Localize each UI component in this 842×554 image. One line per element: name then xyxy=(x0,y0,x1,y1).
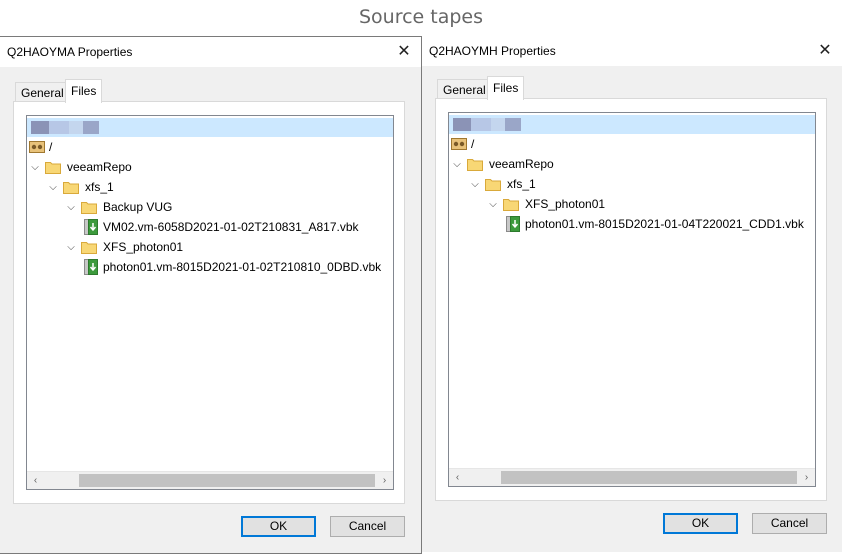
horizontal-scrollbar[interactable]: ‹ › xyxy=(449,468,815,486)
tree-folder-row[interactable]: ⌵ xfs_1 xyxy=(27,178,393,197)
cancel-button[interactable]: Cancel xyxy=(330,516,405,537)
files-tab-panel: / ⌵ veeamRepo ⌵ xfs_1 ⌵ XFS_photon01 photon01.v… xyxy=(435,98,827,501)
caption: Source tapes xyxy=(358,6,484,28)
folder-icon xyxy=(63,181,79,194)
chevron-down-icon[interactable]: ⌵ xyxy=(487,195,499,214)
folder-icon xyxy=(81,201,97,214)
scroll-left-icon[interactable]: ‹ xyxy=(27,472,44,489)
tree-file-row[interactable]: photon01.vm-8015D2021-01-04T220021_CDD1.… xyxy=(449,215,815,234)
scroll-right-icon[interactable]: › xyxy=(798,469,815,486)
tree-folder-row[interactable]: ⌵ xfs_1 xyxy=(449,175,815,194)
vbk-file-icon xyxy=(506,216,520,232)
tree-item-label: XFS_photon01 xyxy=(525,197,606,211)
vbk-file-icon xyxy=(84,219,98,235)
tree-item-label: xfs_1 xyxy=(85,180,114,194)
tree-row-selected[interactable] xyxy=(449,115,815,134)
redacted-block xyxy=(471,118,491,131)
close-button[interactable]: ✕ xyxy=(393,41,415,63)
redacted-block xyxy=(31,121,49,134)
properties-dialog-right: Q2HAOYMH Properties ✕ General Files / ⌵ ve… xyxy=(422,36,842,552)
chevron-down-icon[interactable]: ⌵ xyxy=(29,158,41,177)
redacted-block xyxy=(69,121,83,134)
folder-icon xyxy=(467,158,483,171)
redacted-block xyxy=(505,118,521,131)
tree-row-selected[interactable] xyxy=(27,118,393,137)
tree-item-label: XFS_photon01 xyxy=(103,240,184,254)
properties-dialog-left: Q2HAOYMA Properties ✕ General Files / ⌵ ve… xyxy=(0,36,422,554)
horizontal-scrollbar[interactable]: ‹ › xyxy=(27,471,393,489)
tree-file-row[interactable]: photon01.vm-8015D2021-01-02T210810_0DBD.… xyxy=(27,258,393,277)
title-bar: Q2HAOYMH Properties ✕ xyxy=(422,36,842,66)
tree-folder-row[interactable]: ⌵ XFS_photon01 xyxy=(449,195,815,214)
folder-icon xyxy=(485,178,501,191)
redacted-block xyxy=(491,118,505,131)
scrollbar-thumb[interactable] xyxy=(501,471,797,484)
tree-row-root[interactable]: / xyxy=(27,138,393,157)
tree-item-label: veeamRepo xyxy=(67,160,132,174)
tape-root-icon xyxy=(451,137,467,150)
redacted-block xyxy=(49,121,69,134)
tree-file-row[interactable]: VM02.vm-6058D2021-01-02T210831_A817.vbk xyxy=(27,218,393,237)
folder-icon xyxy=(503,198,519,211)
chevron-down-icon[interactable]: ⌵ xyxy=(65,198,77,217)
vbk-file-icon xyxy=(84,259,98,275)
scrollbar-thumb[interactable] xyxy=(79,474,375,487)
tree-folder-row[interactable]: ⌵ veeamRepo xyxy=(449,155,815,174)
files-tree[interactable]: / ⌵ veeamRepo ⌵ xfs_1 ⌵ Backup VUG VM02.vm-6058… xyxy=(26,115,394,490)
chevron-down-icon[interactable]: ⌵ xyxy=(469,175,481,194)
close-button[interactable]: ✕ xyxy=(814,40,836,62)
dialog-title: Q2HAOYMH Properties xyxy=(429,44,556,58)
tab-general[interactable]: General xyxy=(15,82,70,103)
tree-item-label: veeamRepo xyxy=(489,157,554,171)
tree-item-label: Backup VUG xyxy=(103,200,173,214)
tree-item-label: / xyxy=(49,140,53,154)
redacted-block xyxy=(453,118,471,131)
title-bar: Q2HAOYMA Properties ✕ xyxy=(0,37,421,67)
redacted-block xyxy=(83,121,99,134)
tab-files[interactable]: Files xyxy=(487,76,525,100)
chevron-down-icon[interactable]: ⌵ xyxy=(47,178,59,197)
folder-icon xyxy=(81,241,97,254)
cancel-button[interactable]: Cancel xyxy=(752,513,827,534)
tree-item-label: photon01.vm-8015D2021-01-02T210810_0DBD.… xyxy=(103,260,382,274)
files-tree[interactable]: / ⌵ veeamRepo ⌵ xfs_1 ⌵ XFS_photon01 photon01.v… xyxy=(448,112,816,487)
tree-item-label: VM02.vm-6058D2021-01-02T210831_A817.vbk xyxy=(103,220,359,234)
chevron-down-icon[interactable]: ⌵ xyxy=(65,238,77,257)
tab-general[interactable]: General xyxy=(437,79,492,100)
folder-icon xyxy=(45,161,61,174)
chevron-down-icon[interactable]: ⌵ xyxy=(451,155,463,174)
tape-root-icon xyxy=(29,140,45,153)
tree-item-label: / xyxy=(471,137,475,151)
dialog-title: Q2HAOYMA Properties xyxy=(7,45,133,59)
tree-item-label: xfs_1 xyxy=(507,177,536,191)
files-tab-panel: / ⌵ veeamRepo ⌵ xfs_1 ⌵ Backup VUG VM02.vm-6058… xyxy=(13,101,405,504)
tree-item-label: photon01.vm-8015D2021-01-04T220021_CDD1.… xyxy=(525,217,804,231)
tree-folder-row[interactable]: ⌵ veeamRepo xyxy=(27,158,393,177)
tab-files[interactable]: Files xyxy=(65,79,103,103)
ok-button[interactable]: OK xyxy=(663,513,738,534)
ok-button[interactable]: OK xyxy=(241,516,316,537)
scroll-left-icon[interactable]: ‹ xyxy=(449,469,466,486)
tree-folder-row[interactable]: ⌵ Backup VUG xyxy=(27,198,393,217)
tree-row-root[interactable]: / xyxy=(449,135,815,154)
tree-folder-row[interactable]: ⌵ XFS_photon01 xyxy=(27,238,393,257)
scroll-right-icon[interactable]: › xyxy=(376,472,393,489)
